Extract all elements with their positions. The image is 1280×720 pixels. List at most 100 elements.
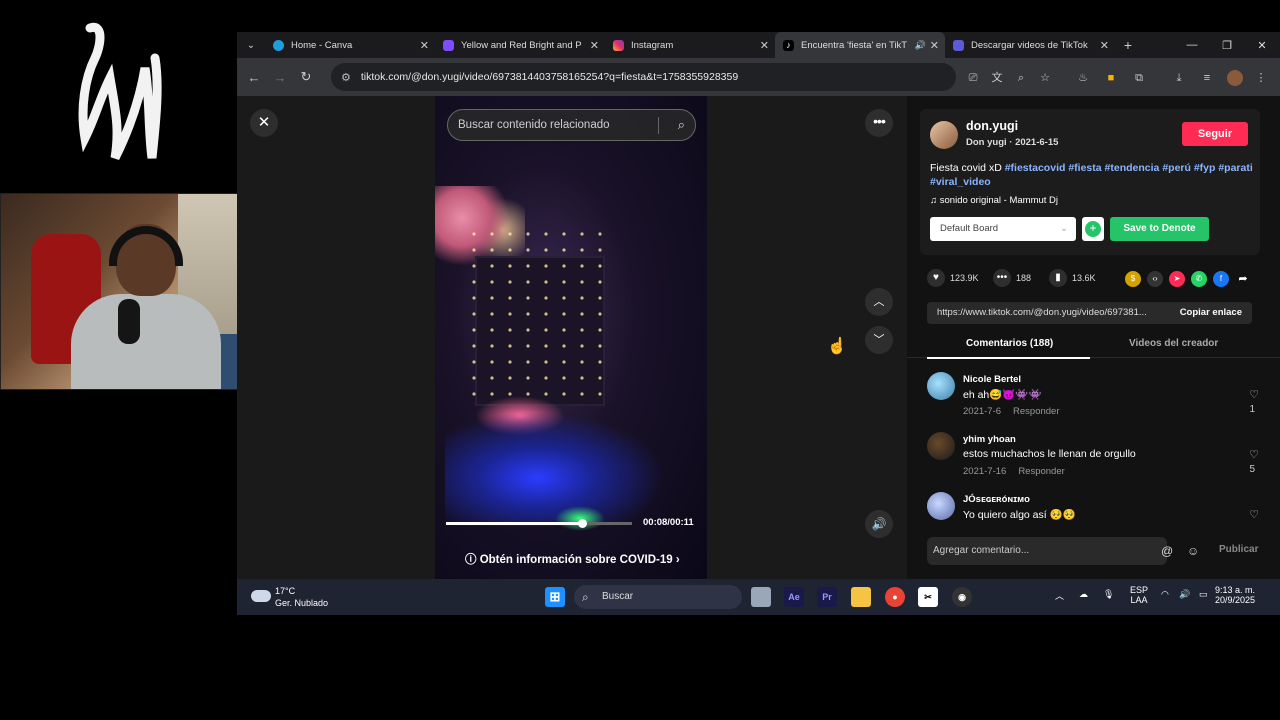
music-link[interactable]: ♫ sonido original - Mammut Dj [930, 195, 1058, 206]
capcut-icon[interactable]: ✂ [918, 587, 938, 607]
commenter-avatar[interactable] [927, 432, 955, 460]
video-frame[interactable] [435, 96, 707, 579]
covid-info-link[interactable]: ⓘ Obtén información sobre COVID-19 › [465, 551, 680, 567]
media-control-icon[interactable]: ≡ [1199, 70, 1215, 86]
new-tab-button[interactable]: + [1115, 37, 1141, 53]
emoji-icon[interactable]: ☺ [1187, 537, 1199, 565]
windows-start-icon[interactable]: ⊞ [545, 587, 565, 607]
wifi-icon[interactable]: ◠ [1161, 589, 1169, 600]
obs-icon[interactable]: ◉ [952, 587, 972, 607]
close-tab-icon[interactable]: ✕ [930, 39, 939, 52]
hashtag-link[interactable]: #perú [1162, 162, 1191, 174]
next-video-button[interactable]: ﹀ [865, 326, 893, 354]
chrome-icon[interactable]: ● [885, 587, 905, 607]
reload-icon[interactable]: ↻ [293, 69, 319, 85]
coin-share-icon[interactable]: $ [1125, 271, 1141, 287]
tab-canva-design[interactable]: Yellow and Red Bright and P ✕ [435, 32, 605, 58]
heart-outline-icon[interactable]: ♡ [1249, 388, 1259, 401]
hashtag-link[interactable]: #fiestacovid [1005, 162, 1066, 174]
hashtag-link[interactable]: #fyp [1194, 162, 1216, 174]
favorite-button[interactable]: ▮ 13.6K [1049, 269, 1096, 287]
save-to-denote-button[interactable]: Save to Denote [1110, 217, 1209, 241]
volume-icon[interactable]: 🔊 [1179, 589, 1190, 600]
speaker-icon[interactable]: 🔊 [915, 40, 926, 51]
close-player-button[interactable]: ✕ [250, 109, 278, 137]
hashtag-link[interactable]: #viral_video [930, 176, 991, 188]
share-arrow-icon[interactable]: ➦ [1235, 271, 1251, 287]
translate-icon[interactable]: 文 [989, 70, 1005, 86]
forward-icon[interactable]: → [267, 70, 293, 85]
maximize-button[interactable]: ❐ [1210, 32, 1244, 58]
commenter-name[interactable]: Nicole Bertel [963, 374, 1021, 385]
previous-video-button[interactable]: ︿ [865, 288, 893, 316]
tab-downloader[interactable]: Descargar videos de TikTok ✕ [945, 32, 1115, 58]
mention-icon[interactable]: @ [1161, 537, 1173, 565]
close-tab-icon[interactable]: ✕ [1100, 39, 1109, 52]
video-progress-bar[interactable] [446, 519, 632, 528]
tab-comments[interactable]: Comentarios (188) [966, 338, 1053, 349]
hashtag-link[interactable]: #tendencia [1105, 162, 1160, 174]
tab-creator-videos[interactable]: Videos del creador [1129, 338, 1218, 349]
back-icon[interactable]: ← [241, 70, 267, 85]
commenter-avatar[interactable] [927, 492, 955, 520]
tab-instagram[interactable]: Instagram ✕ [605, 32, 775, 58]
clock[interactable]: 9:13 a. m. 20/9/2025 [1215, 585, 1255, 605]
premiere-icon[interactable]: Pr [817, 587, 837, 607]
reply-button[interactable]: Responder [1013, 406, 1059, 417]
taskbar-search[interactable]: ⌕ Buscar [574, 585, 742, 609]
minimize-button[interactable]: — [1175, 32, 1209, 58]
commenter-name[interactable]: yhim yhoan [963, 434, 1016, 445]
heart-outline-icon[interactable]: ♡ [1249, 508, 1259, 521]
zoom-icon[interactable]: ⌕ [1013, 70, 1029, 86]
close-window-button[interactable]: ✕ [1245, 32, 1279, 58]
search-icon[interactable]: ⌕ [678, 110, 685, 140]
hashtag-link[interactable]: #fiesta [1068, 162, 1101, 174]
comment-input[interactable]: Agregar comentario... @ ☺ [927, 537, 1199, 565]
downloads-icon[interactable]: ⤓ [1171, 70, 1187, 86]
extension-lock-icon[interactable]: ■ [1103, 70, 1119, 86]
reply-button[interactable]: Responder [1018, 466, 1064, 477]
creator-username[interactable]: don.yugi [966, 119, 1018, 133]
commenter-name[interactable]: JÓsᴇɢᴇʀóɴɪᴍᴏ [963, 494, 1030, 505]
cast-icon[interactable]: ⎚ [965, 70, 981, 86]
battery-icon[interactable]: ▭ [1199, 589, 1208, 600]
like-button[interactable]: ♥ 123.9K [927, 269, 979, 287]
language-indicator[interactable]: ESP LAA [1130, 585, 1148, 605]
site-info-icon[interactable]: ⚙ [341, 71, 351, 84]
heart-outline-icon[interactable]: ♡ [1249, 448, 1259, 461]
after-effects-icon[interactable]: Ae [784, 587, 804, 607]
bookmark-star-icon[interactable]: ☆ [1037, 70, 1053, 86]
related-search-input[interactable]: Buscar contenido relacionado ⌕ [447, 109, 696, 141]
tab-canva[interactable]: Home - Canva ✕ [265, 32, 435, 58]
board-select[interactable]: Default Board ⌄ [930, 217, 1076, 241]
progress-handle[interactable] [577, 519, 587, 528]
file-icon[interactable] [751, 587, 771, 607]
more-options-button[interactable]: ••• [865, 109, 893, 137]
extension-flame-icon[interactable]: ♨ [1075, 70, 1091, 86]
creator-avatar[interactable] [930, 121, 958, 149]
publish-button[interactable]: Publicar [1219, 544, 1258, 555]
follow-button[interactable]: Seguir [1182, 122, 1248, 146]
add-board-button[interactable]: + [1082, 217, 1104, 241]
send-icon[interactable]: ➤ [1169, 271, 1185, 287]
chevron-up-icon[interactable]: ︿ [1055, 589, 1064, 602]
microphone-icon[interactable]: 🎙 [1103, 589, 1114, 600]
close-tab-icon[interactable]: ✕ [420, 39, 429, 52]
whatsapp-icon[interactable]: ✆ [1191, 271, 1207, 287]
embed-icon[interactable]: ‹› [1147, 271, 1163, 287]
profile-avatar[interactable] [1227, 70, 1243, 86]
facebook-icon[interactable]: f [1213, 271, 1229, 287]
close-tab-icon[interactable]: ✕ [760, 39, 769, 52]
address-bar[interactable]: ⚙ tiktok.com/@don.yugi/video/69738144037… [331, 63, 956, 91]
onedrive-icon[interactable]: ☁ [1079, 589, 1088, 600]
tab-search-button[interactable]: ⌄ [237, 32, 265, 58]
commenter-avatar[interactable] [927, 372, 955, 400]
close-tab-icon[interactable]: ✕ [590, 39, 599, 52]
menu-kebab-icon[interactable]: ⋮ [1253, 70, 1269, 86]
copy-link-button[interactable]: Copiar enlace [1180, 302, 1242, 324]
hashtag-link[interactable]: #parati [1218, 162, 1252, 174]
file-explorer-icon[interactable] [851, 587, 871, 607]
comment-button[interactable]: ••• 188 [993, 269, 1031, 287]
tab-tiktok[interactable]: ♪ Encuentra 'fiesta' en TikT 🔊 ✕ [775, 32, 945, 58]
volume-button[interactable]: 🔊 [865, 510, 893, 538]
